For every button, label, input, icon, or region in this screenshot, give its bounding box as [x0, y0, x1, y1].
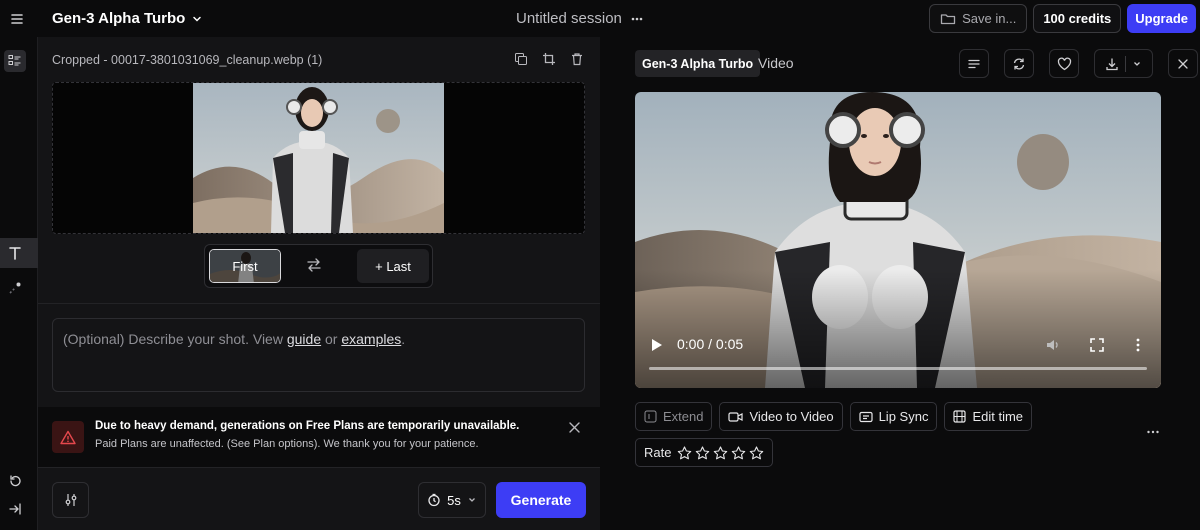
rate-label: Rate [644, 445, 672, 460]
video-to-video-label: Video to Video [749, 409, 834, 424]
session-title[interactable]: Untitled session [516, 10, 644, 27]
undo-icon[interactable] [4, 470, 26, 492]
volume-icon[interactable] [1045, 337, 1061, 353]
save-in-label: Save in... [962, 11, 1017, 26]
notice-title: Due to heavy demand, generations on Free… [95, 420, 520, 432]
prompt-end: . [401, 331, 406, 347]
output-model-badge: Gen-3 Alpha Turbo [635, 50, 761, 77]
prompt-placeholder: (Optional) Describe your shot. View [63, 331, 287, 347]
input-image [193, 83, 444, 233]
library-icon[interactable] [4, 50, 26, 72]
output-actions: Extend Video to Video Lip Sync Edit time [635, 402, 1033, 431]
star-icon[interactable] [731, 445, 746, 460]
divider [38, 303, 600, 304]
edit-time-label: Edit time [972, 409, 1024, 424]
output-panel: Gen-3 Alpha Turbo Video 0:00 / 0:05 Exte… [600, 37, 1200, 530]
generate-button[interactable]: Generate [496, 482, 586, 518]
model-selector[interactable]: Gen-3 Alpha Turbo [52, 10, 203, 27]
close-icon[interactable] [1168, 49, 1198, 78]
folder-icon [940, 12, 956, 26]
video-to-video-button[interactable]: Video to Video [719, 402, 843, 431]
rating-stars [677, 445, 764, 460]
film-icon [953, 410, 967, 423]
lip-sync-label: Lip Sync [878, 409, 929, 424]
last-frame-button[interactable]: + Last [357, 249, 429, 283]
frame-switch: First + Last [204, 244, 433, 288]
play-icon[interactable] [651, 338, 663, 352]
heart-icon[interactable] [1049, 49, 1079, 78]
image-dropzone[interactable] [52, 82, 585, 234]
collapse-icon[interactable] [4, 498, 26, 520]
first-frame-label: First [232, 258, 258, 274]
top-actions: Save in... 100 credits Upgrade [929, 4, 1196, 33]
sliders-icon [64, 493, 78, 507]
generate-bar: 5s Generate [38, 467, 600, 530]
examples-link[interactable]: examples [341, 331, 401, 347]
prompt-or: or [321, 331, 342, 347]
output-toolbar [959, 49, 1198, 78]
lip-sync-icon [858, 411, 873, 423]
filename: Cropped - 00017-3801031069_cleanup.webp … [52, 53, 323, 67]
rate-bar: Rate [635, 438, 774, 467]
star-icon[interactable] [749, 445, 764, 460]
chevron-down-icon [467, 495, 477, 505]
video-time: 0:00 / 0:05 [677, 336, 744, 352]
divider [1125, 55, 1126, 72]
notice-subtitle: Paid Plans are unaffected. (See Plan opt… [95, 438, 479, 450]
save-in-button[interactable]: Save in... [929, 4, 1028, 33]
duration-select[interactable]: 5s [418, 482, 486, 518]
brush-icon[interactable] [4, 277, 26, 299]
more-vertical-icon[interactable] [1135, 337, 1141, 353]
copy-icon[interactable] [514, 52, 528, 66]
input-panel: Cropped - 00017-3801031069_cleanup.webp … [38, 37, 600, 530]
fullscreen-icon[interactable] [1090, 338, 1104, 352]
session-name: Untitled session [516, 10, 622, 27]
star-icon[interactable] [677, 445, 692, 460]
close-icon[interactable] [568, 421, 581, 434]
swap-icon[interactable] [305, 257, 323, 273]
list-icon[interactable] [959, 49, 989, 78]
video-progress[interactable] [649, 367, 1147, 370]
extend-icon [644, 410, 657, 423]
top-bar: Gen-3 Alpha Turbo Untitled session Save … [0, 0, 1200, 37]
download-button[interactable] [1094, 49, 1153, 78]
clock-icon [427, 493, 441, 507]
more-horizontal-icon[interactable] [1146, 425, 1160, 439]
warning-icon [52, 421, 84, 453]
lip-sync-button[interactable]: Lip Sync [849, 402, 938, 431]
file-actions [514, 52, 584, 66]
crop-icon[interactable] [542, 52, 556, 66]
video-player[interactable]: 0:00 / 0:05 [635, 92, 1161, 388]
left-rail [0, 37, 38, 530]
star-icon[interactable] [713, 445, 728, 460]
star-icon[interactable] [695, 445, 710, 460]
upgrade-button[interactable]: Upgrade [1127, 4, 1196, 33]
trash-icon[interactable] [570, 52, 584, 66]
video-camera-icon [728, 411, 744, 423]
edit-time-button[interactable]: Edit time [944, 402, 1033, 431]
model-title: Gen-3 Alpha Turbo [52, 10, 186, 27]
prompt-input[interactable]: (Optional) Describe your shot. View guid… [52, 318, 585, 392]
demand-notice: Due to heavy demand, generations on Free… [38, 407, 600, 467]
duration-value: 5s [447, 492, 461, 508]
refresh-icon[interactable] [1004, 49, 1034, 78]
text-icon[interactable] [4, 242, 26, 264]
extend-button[interactable]: Extend [635, 402, 713, 431]
download-icon [1105, 57, 1119, 71]
chevron-down-icon [1132, 59, 1142, 69]
menu-icon[interactable] [8, 10, 26, 28]
first-frame-button[interactable]: First [209, 249, 281, 283]
more-horizontal-icon[interactable] [630, 12, 644, 26]
output-type-label: Video [758, 55, 794, 71]
guide-link[interactable]: guide [287, 331, 321, 347]
extend-label: Extend [663, 409, 704, 424]
chevron-down-icon [191, 13, 203, 25]
settings-button[interactable] [52, 482, 89, 518]
credits-button[interactable]: 100 credits [1033, 4, 1122, 33]
